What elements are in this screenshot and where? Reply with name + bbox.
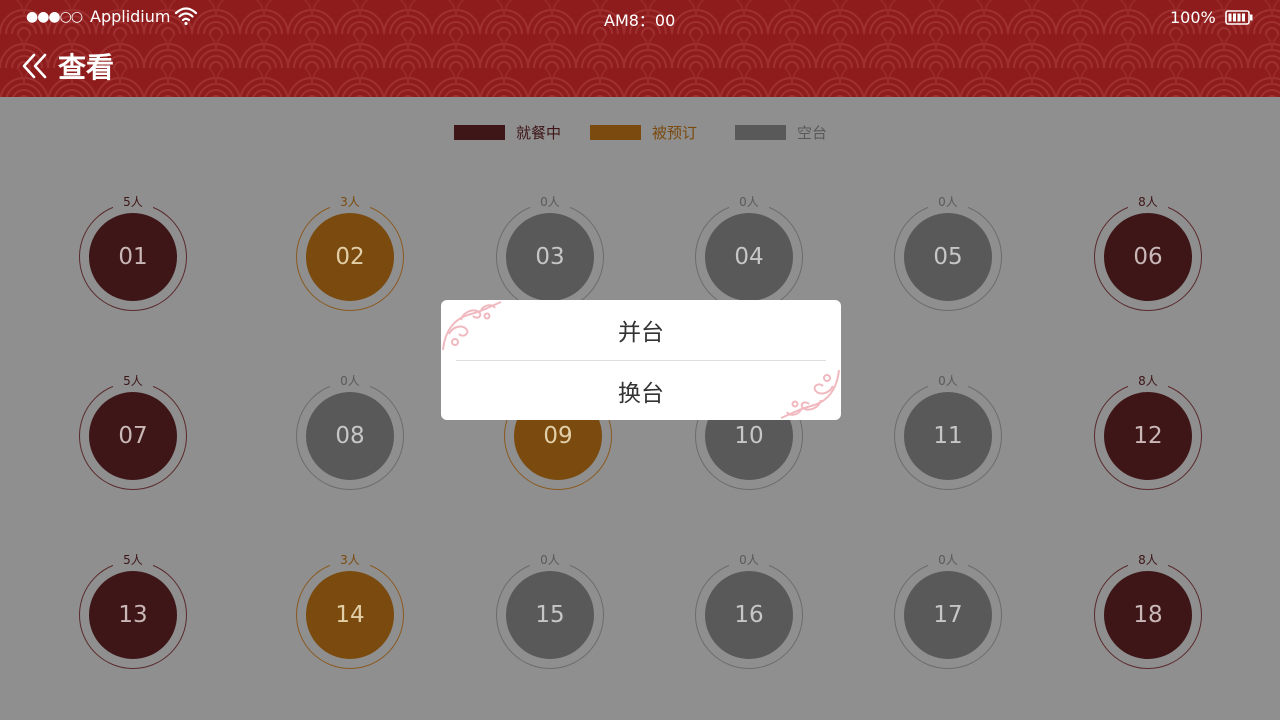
merge-table-option[interactable]: 并台 [441,300,841,360]
table-guest-count: 5人 [113,552,153,568]
page-title: 查看 [58,51,115,84]
legend-item-dining: 就餐中 [454,122,561,143]
table-number: 16 [705,571,793,659]
table-number: 01 [89,213,177,301]
status-bar: ●●●○○ Applidium AM8：00 100% [0,0,1280,34]
table-guest-count: 0人 [729,194,769,210]
table-number: 15 [506,571,594,659]
table-guest-count: 8人 [1128,373,1168,389]
table-guest-count: 0人 [729,552,769,568]
table-guest-count: 5人 [113,373,153,389]
table-number: 04 [705,213,793,301]
table-12[interactable]: 12 8人 [1094,373,1202,490]
table-number: 17 [904,571,992,659]
back-button[interactable]: 查看 [20,48,130,84]
table-guest-count: 0人 [928,194,968,210]
table-08[interactable]: 08 0人 [296,373,404,490]
table-guest-count: 0人 [928,373,968,389]
battery-icon [1225,10,1253,25]
table-number: 06 [1104,213,1192,301]
table-number: 11 [904,392,992,480]
table-11[interactable]: 11 0人 [894,373,1002,490]
legend-label-empty: 空台 [797,124,828,142]
table-03[interactable]: 03 0人 [496,194,604,311]
table-guest-count: 3人 [330,552,370,568]
table-17[interactable]: 17 0人 [894,552,1002,669]
legend-label-dining: 就餐中 [516,124,562,142]
signal-strength: ●●●○○ [26,9,83,25]
table-guest-count: 0人 [330,373,370,389]
table-14[interactable]: 14 3人 [296,552,404,669]
table-number: 03 [506,213,594,301]
table-number: 14 [306,571,394,659]
table-number: 12 [1104,392,1192,480]
table-number: 07 [89,392,177,480]
table-07[interactable]: 07 5人 [79,373,187,490]
header-bar: ●●●○○ Applidium AM8：00 100% 查看 [0,0,1280,97]
table-number: 05 [904,213,992,301]
status-time: AM8：00 [604,11,676,30]
table-18[interactable]: 18 8人 [1094,552,1202,669]
legend-label-reserved: 被预订 [652,124,698,142]
legend-swatch-dining [454,125,505,140]
table-guest-count: 3人 [330,194,370,210]
table-06[interactable]: 06 8人 [1094,194,1202,311]
table-number: 08 [306,392,394,480]
double-chevron-left-icon [22,53,47,79]
legend-swatch-empty [735,125,786,140]
table-16[interactable]: 16 0人 [695,552,803,669]
table-guest-count: 0人 [928,552,968,568]
table-guest-count: 0人 [530,552,570,568]
table-guest-count: 8人 [1128,552,1168,568]
table-15[interactable]: 15 0人 [496,552,604,669]
table-02[interactable]: 02 3人 [296,194,404,311]
carrier-name: Applidium [90,7,171,26]
table-guest-count: 0人 [530,194,570,210]
battery-percent: 100% [1170,8,1216,27]
table-04[interactable]: 04 0人 [695,194,803,311]
table-13[interactable]: 13 5人 [79,552,187,669]
table-number: 02 [306,213,394,301]
table-guest-count: 5人 [113,194,153,210]
table-action-dialog: 并台 换台 [441,300,841,420]
legend-swatch-reserved [590,125,641,140]
status-legend: 就餐中 被预订 空台 [0,122,1280,146]
legend-item-reserved: 被预订 [590,122,697,143]
table-number: 13 [89,571,177,659]
table-05[interactable]: 05 0人 [894,194,1002,311]
table-01[interactable]: 01 5人 [79,194,187,311]
table-guest-count: 8人 [1128,194,1168,210]
legend-item-empty: 空台 [735,122,827,143]
change-table-option[interactable]: 换台 [441,361,841,420]
wifi-icon [174,7,198,26]
table-number: 18 [1104,571,1192,659]
